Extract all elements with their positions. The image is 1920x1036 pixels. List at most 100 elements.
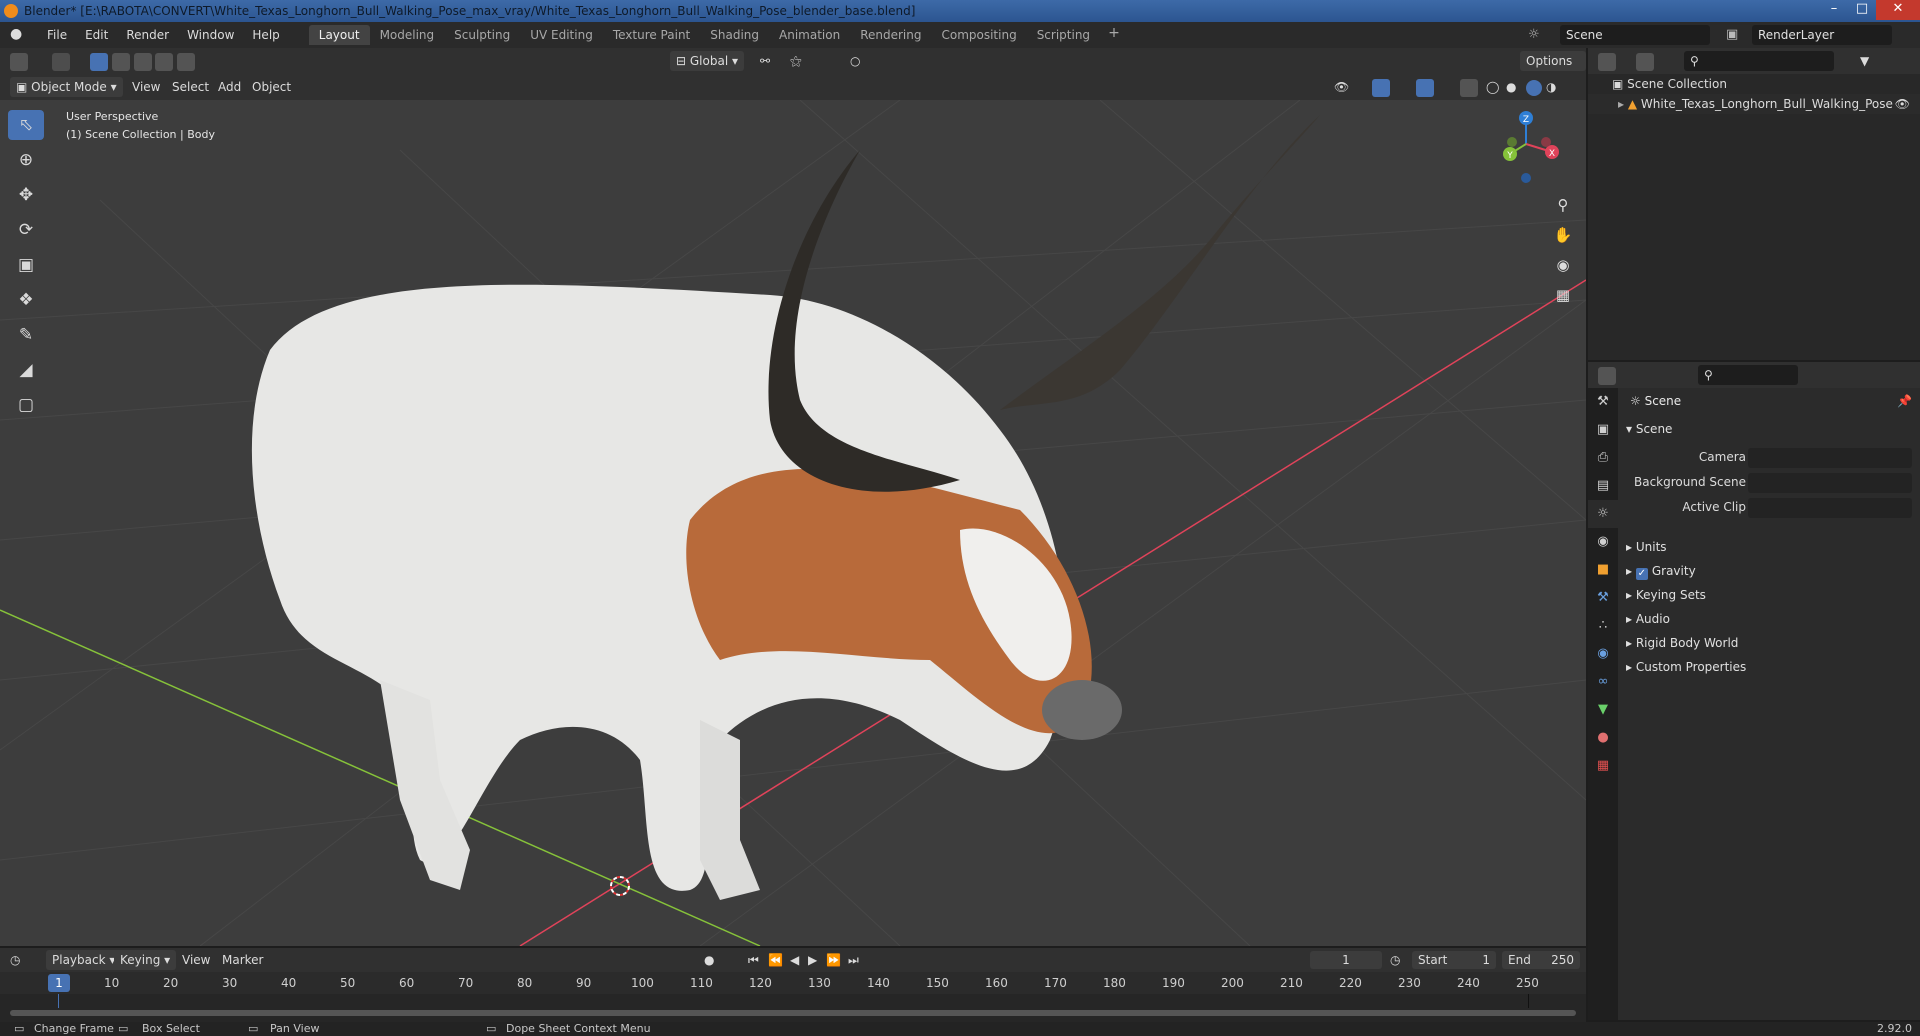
move-tool-icon[interactable]: ✥ [8, 180, 44, 210]
visibility-icon[interactable]: 👁 [1334, 77, 1349, 97]
render-layer-icon[interactable]: ▣ [1726, 27, 1738, 42]
menu-edit[interactable]: Edit [76, 22, 117, 48]
menu-select[interactable]: Select [172, 77, 209, 97]
scene-icon[interactable]: ☼ [1528, 27, 1540, 42]
transform-tool-icon[interactable]: ❖ [8, 285, 44, 315]
gravity-panel[interactable]: ▸ ✓ Gravity [1626, 564, 1696, 580]
scene-selector[interactable]: Scene [1560, 25, 1710, 45]
timeline-view-menu[interactable]: View [182, 950, 210, 970]
outliner-search-input[interactable]: ⚲ [1684, 51, 1834, 71]
output-tab-icon[interactable]: ⎙ [1588, 444, 1618, 472]
gravity-checkbox[interactable]: ✓ [1635, 568, 1648, 580]
units-panel[interactable]: ▸ Units [1626, 540, 1667, 554]
timeline[interactable]: 1 10 20 30 40 50 60 70 80 90 100 110 120… [0, 972, 1586, 1022]
navigation-gizmo[interactable]: Z X Y [1490, 108, 1570, 188]
timeline-scrollbar[interactable] [10, 1010, 1576, 1016]
audio-panel[interactable]: ▸ Audio [1626, 612, 1670, 626]
object-tab-icon[interactable]: ■ [1588, 556, 1618, 584]
tab-layout[interactable]: Layout [308, 25, 370, 45]
tab-modeling[interactable]: Modeling [370, 25, 445, 45]
display-mode-icon[interactable] [1636, 51, 1654, 71]
annotate-tool-icon[interactable]: ✎ [8, 320, 44, 350]
view-layer-tab-icon[interactable]: ▤ [1588, 472, 1618, 500]
scale-tool-icon[interactable]: ▣ [8, 250, 44, 280]
tab-rendering[interactable]: Rendering [850, 25, 931, 45]
expand-arrow-icon[interactable]: ▸ [1618, 97, 1624, 111]
add-workspace-button[interactable]: + [1100, 25, 1128, 45]
tool-tab-icon[interactable]: ⚒ [1588, 388, 1618, 416]
minimize-button[interactable]: – [1820, 0, 1848, 20]
jump-end-icon[interactable]: ⏭ [848, 950, 859, 970]
keying-sets-panel[interactable]: ▸ Keying Sets [1626, 588, 1706, 602]
jump-start-icon[interactable]: ⏮ [748, 950, 759, 970]
playhead[interactable]: 1 [48, 974, 70, 992]
tab-sculpting[interactable]: Sculpting [444, 25, 520, 45]
rigid-body-world-panel[interactable]: ▸ Rigid Body World [1626, 636, 1738, 650]
rendered-shading-icon[interactable]: ◑ [1546, 77, 1556, 97]
tab-animation[interactable]: Animation [769, 25, 850, 45]
keying-menu[interactable]: Keying ▾ [114, 950, 177, 970]
properties-search-input[interactable]: ⚲ [1698, 365, 1798, 385]
blender-logo-icon[interactable]: ● [10, 26, 32, 44]
tab-texture-paint[interactable]: Texture Paint [603, 25, 700, 45]
data-tab-icon[interactable]: ▼ [1588, 696, 1618, 724]
menu-add[interactable]: Add [218, 77, 241, 97]
close-button[interactable]: ✕ [1876, 0, 1920, 20]
constraints-tab-icon[interactable]: ∞ [1588, 668, 1618, 696]
background-scene-field[interactable] [1748, 473, 1912, 493]
snap-icon[interactable]: ⚝ [790, 51, 802, 71]
preview-range-icon[interactable]: ◷ [1390, 950, 1400, 970]
end-frame-field[interactable]: End 250 [1502, 951, 1580, 969]
gizmo-toggle-icon[interactable] [1372, 77, 1390, 97]
scene-tab-icon[interactable]: ☼ [1588, 500, 1618, 528]
render-layer-selector[interactable]: RenderLayer [1752, 25, 1892, 45]
select-tool-icon[interactable] [52, 51, 70, 71]
pan-hand-icon[interactable]: ✋ [1550, 222, 1576, 248]
tab-scripting[interactable]: Scripting [1027, 25, 1100, 45]
camera-view-icon[interactable]: ◉ [1550, 252, 1576, 278]
menu-help[interactable]: Help [243, 22, 288, 48]
mode-selector[interactable]: ▣ Object Mode ▾ [10, 77, 123, 97]
tab-shading[interactable]: Shading [700, 25, 769, 45]
add-cube-tool-icon[interactable]: ▢ [8, 390, 44, 420]
outliner-object-row[interactable]: ▸ ▲ White_Texas_Longhorn_Bull_Walking_Po… [1588, 94, 1920, 114]
current-frame-field[interactable]: 1 [1310, 951, 1382, 969]
texture-tab-icon[interactable]: ▦ [1588, 752, 1618, 780]
next-keyframe-icon[interactable]: ⏩ [826, 950, 841, 970]
tab-uv-editing[interactable]: UV Editing [520, 25, 603, 45]
select-box-tool-icon[interactable]: ⬁ [8, 110, 44, 140]
material-shading-icon[interactable] [1526, 77, 1542, 97]
play-reverse-icon[interactable]: ◀ [790, 950, 799, 970]
marker-menu[interactable]: Marker [222, 950, 263, 970]
cursor-tool-icon[interactable]: ⊕ [8, 145, 44, 175]
transform-orientation-dropdown[interactable]: ⊟ Global ▾ [670, 51, 744, 71]
menu-render[interactable]: Render [117, 22, 178, 48]
menu-view[interactable]: View [132, 77, 160, 97]
render-tab-icon[interactable]: ▣ [1588, 416, 1618, 444]
xray-toggle-icon[interactable] [1460, 77, 1478, 97]
particles-tab-icon[interactable]: ∴ [1588, 612, 1618, 640]
select-mode-icons[interactable] [90, 51, 196, 71]
solid-shading-icon[interactable]: ● [1506, 77, 1516, 97]
scene-panel-header[interactable]: ▾ Scene [1626, 422, 1672, 436]
active-clip-field[interactable] [1748, 498, 1912, 518]
pivot-point-icon[interactable]: ⚯ [760, 51, 770, 71]
menu-window[interactable]: Window [178, 22, 243, 48]
frame-ruler[interactable]: 1 10 20 30 40 50 60 70 80 90 100 110 120… [0, 972, 1586, 994]
physics-tab-icon[interactable]: ◉ [1588, 640, 1618, 668]
modifier-tab-icon[interactable]: ⚒ [1588, 584, 1618, 612]
outliner-editor-type-icon[interactable] [1598, 51, 1616, 71]
tab-compositing[interactable]: Compositing [931, 25, 1026, 45]
grid-view-icon[interactable]: ▦ [1550, 282, 1576, 308]
timeline-editor-type-icon[interactable]: ◷ [10, 950, 20, 970]
overlay-toggle-icon[interactable] [1416, 77, 1434, 97]
outliner-scene-collection[interactable]: ▣ Scene Collection [1588, 74, 1920, 94]
proportional-edit-icon[interactable]: ○ [850, 51, 860, 71]
material-tab-icon[interactable]: ● [1588, 724, 1618, 752]
custom-properties-panel[interactable]: ▸ Custom Properties [1626, 660, 1746, 674]
properties-editor-type-icon[interactable] [1598, 365, 1616, 385]
record-icon[interactable]: ● [704, 950, 714, 970]
play-icon[interactable]: ▶ [808, 950, 817, 970]
camera-field[interactable] [1748, 448, 1912, 468]
measure-tool-icon[interactable]: ◢ [8, 355, 44, 385]
